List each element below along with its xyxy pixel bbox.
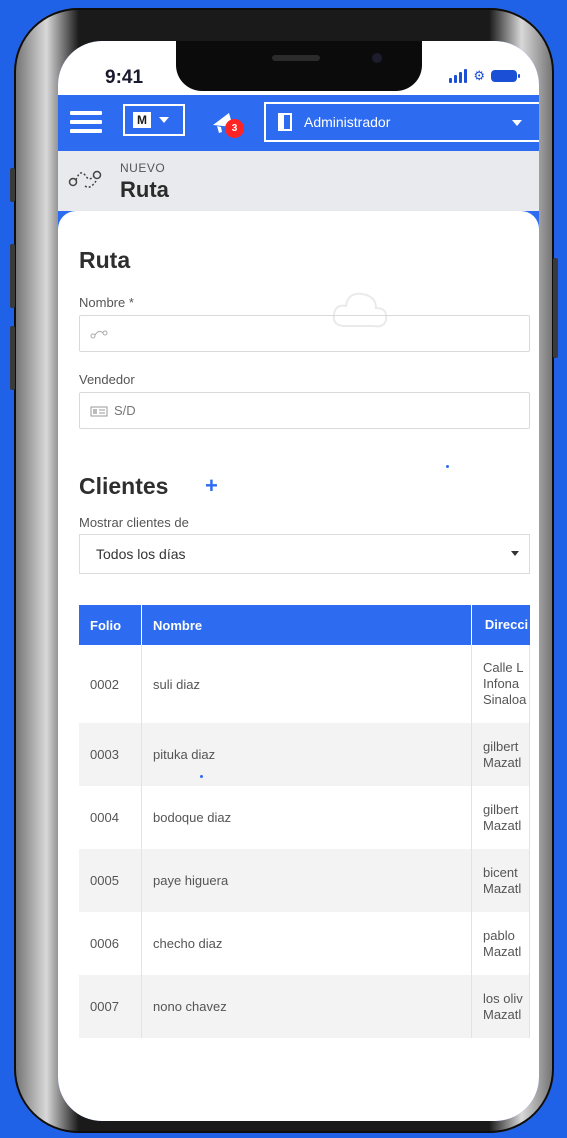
vendedor-label: Vendedor [79, 372, 135, 387]
cell-nombre: paye higuera [142, 849, 472, 912]
nombre-field[interactable] [79, 315, 530, 352]
chevron-down-icon [512, 120, 522, 126]
direccion-line: Calle L [483, 660, 524, 675]
wifi-icon: ⚙ [473, 68, 485, 83]
book-icon [278, 113, 292, 131]
chevron-down-icon [159, 117, 169, 123]
cell-folio: 0006 [79, 912, 142, 975]
cell-direccion: Calle L Infona Sinaloa [472, 645, 530, 723]
decorative-dot [200, 775, 203, 778]
table-row[interactable]: 0004 bodoque diaz gilbert Mazatl [79, 786, 530, 849]
notification-badge: 3 [225, 119, 244, 138]
cell-direccion: pablo Mazatl [472, 912, 530, 975]
mute-switch [10, 168, 15, 202]
route-icon [90, 330, 108, 338]
table-row[interactable]: 0006 checho diaz pablo Mazatl [79, 912, 530, 975]
clients-table: Folio Nombre Direcci 0002 suli diaz Call… [79, 605, 530, 1038]
clientes-section-title: Clientes [79, 473, 169, 499]
cell-nombre: pituka diaz [142, 723, 472, 786]
direccion-line: Mazatl [483, 880, 522, 896]
vendedor-field[interactable]: S/D [79, 392, 530, 429]
add-client-button[interactable]: + [205, 473, 218, 499]
direccion-line: bicent [483, 864, 518, 880]
filter-label: Mostrar clientes de [79, 515, 189, 530]
nombre-label: Nombre * [79, 295, 134, 310]
direccion-line: gilbert [483, 738, 519, 754]
cell-nombre: suli diaz [142, 645, 472, 723]
company-select-value: M [133, 112, 151, 128]
vendedor-value: S/D [114, 403, 136, 418]
form-card: Ruta Nombre * Vendedor S/D Clientes + Mo… [58, 211, 539, 1121]
table-row[interactable]: 0007 nono chavez los oliv Mazatl [79, 975, 530, 1038]
days-filter-select[interactable]: Todos los días [79, 534, 530, 574]
status-time: 9:41 [105, 67, 144, 88]
cell-nombre: nono chavez [142, 975, 472, 1038]
direccion-line: Sinaloa [483, 692, 527, 707]
decorative-dot [446, 465, 449, 468]
volume-down-button [10, 326, 15, 390]
profile-select-value: Administrador [304, 114, 391, 130]
profile-select[interactable]: Administrador [264, 102, 539, 142]
table-row[interactable]: 0002 suli diaz Calle L Infona Sinaloa [79, 645, 530, 723]
signal-icon [449, 69, 468, 83]
direccion-line: Mazatl [483, 1006, 522, 1022]
direccion-line: Mazatl [483, 943, 522, 959]
days-filter-value: Todos los días [96, 546, 186, 562]
table-row[interactable]: 0003 pituka diaz gilbert Mazatl [79, 723, 530, 786]
cell-folio: 0007 [79, 975, 142, 1038]
speaker-grille [272, 55, 320, 61]
app-topbar: M 3 Administrador [58, 95, 539, 151]
cell-folio: 0004 [79, 786, 142, 849]
cell-direccion: bicent Mazatl [472, 849, 530, 912]
direccion-line: gilbert [483, 801, 519, 817]
phone-frame: 9:41 ⚙ M 3 Administrador NUEVO Ruta Ruta… [10, 8, 558, 1133]
direccion-line: Infona [483, 676, 520, 691]
battery-icon [491, 70, 520, 82]
column-header-nombre[interactable]: Nombre [142, 605, 472, 645]
notifications-button[interactable]: 3 [209, 107, 244, 138]
status-icons: ⚙ [449, 68, 520, 83]
cell-nombre-text: pituka diaz [153, 747, 216, 762]
column-header-folio[interactable]: Folio [79, 605, 142, 645]
notch [176, 41, 422, 91]
cell-nombre: bodoque diaz [142, 786, 472, 849]
dropdown-arrow-icon [511, 551, 519, 556]
id-card-icon [90, 406, 108, 416]
cell-folio: 0003 [79, 723, 142, 786]
front-camera [372, 53, 382, 63]
cell-direccion: los oliv Mazatl [472, 975, 530, 1038]
direccion-line: pablo [483, 927, 515, 943]
volume-up-button [10, 244, 15, 308]
table-header: Folio Nombre Direcci [79, 605, 530, 645]
page-header: NUEVO Ruta [58, 151, 539, 211]
power-button [553, 258, 558, 358]
hamburger-menu-icon[interactable] [70, 111, 102, 133]
direccion-line: los oliv [483, 990, 523, 1006]
table-row[interactable]: 0005 paye higuera bicent Mazatl [79, 849, 530, 912]
ruta-section-title: Ruta [79, 247, 131, 273]
route-icon [68, 170, 102, 188]
cell-direccion: gilbert Mazatl [472, 786, 530, 849]
cell-direccion: gilbert Mazatl [472, 723, 530, 786]
phone-screen: 9:41 ⚙ M 3 Administrador NUEVO Ruta Ruta… [58, 41, 539, 1121]
cell-nombre: checho diaz [142, 912, 472, 975]
page-overline: NUEVO [120, 161, 166, 175]
page-title: Ruta [120, 177, 169, 202]
company-select[interactable]: M [123, 104, 185, 136]
direccion-line: Mazatl [483, 817, 522, 833]
direccion-line: Mazatl [483, 754, 522, 770]
cell-folio: 0002 [79, 645, 142, 723]
column-header-direccion[interactable]: Direcci [472, 605, 530, 645]
cell-folio: 0005 [79, 849, 142, 912]
